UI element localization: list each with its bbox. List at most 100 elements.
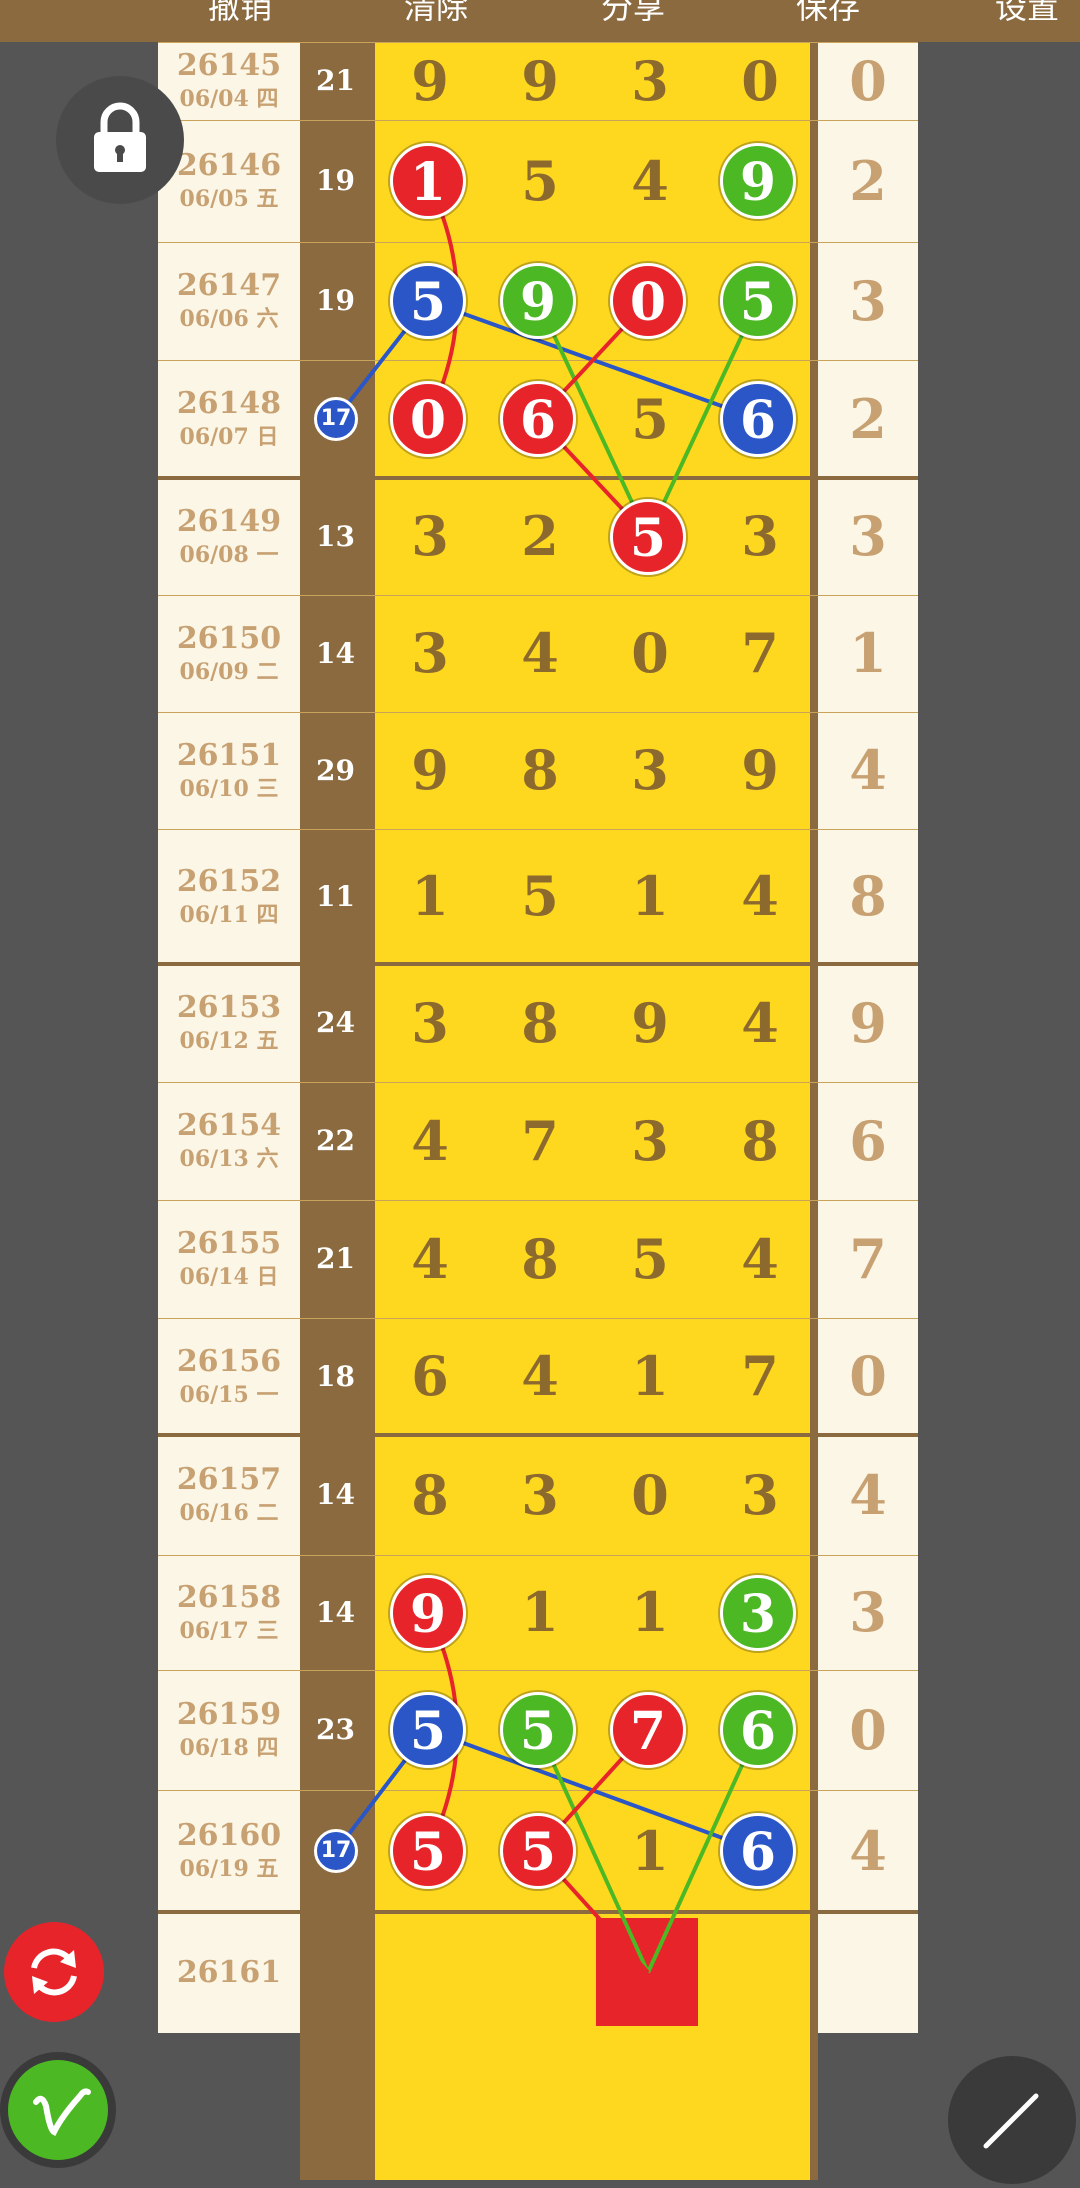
draw-row: 261612 (158, 1912, 918, 2033)
digit-cell: 7 (741, 621, 779, 685)
period-number: 26148 (176, 386, 282, 421)
draw-row: 2614906/08 一1332533 (158, 478, 918, 595)
marked-digit-ball[interactable]: 1 (390, 143, 466, 219)
marked-digit-ball[interactable]: 6 (720, 381, 796, 457)
draw-row: 2614606/05 五1915492 (158, 120, 918, 242)
sum-cell: 21 (316, 1242, 355, 1275)
period-cell: 26154 06/13 六 (158, 1082, 300, 1200)
period-cell: 26147 06/06 六 (158, 242, 300, 360)
period-date: 06/19 五 (179, 1856, 279, 1882)
draw-row: 2615806/17 三1491133 (158, 1555, 918, 1670)
marked-digit-ball[interactable]: 0 (390, 381, 466, 457)
digit-cell: 8 (521, 991, 559, 1055)
last-digit-cell: 3 (818, 242, 918, 360)
marked-digit-ball[interactable]: 5 (720, 263, 796, 339)
row-divider (158, 120, 918, 121)
marked-digit-ball[interactable]: 5 (610, 498, 686, 575)
digit-cell: 4 (521, 621, 559, 685)
draw-row: 26152 06/11 四 11 1 5 1 4 8 (158, 829, 918, 964)
marked-digit-ball[interactable]: 5 (500, 1692, 576, 1768)
row-divider (158, 1082, 918, 1083)
period-date: 06/11 四 (179, 901, 279, 928)
period-cell: 26159 06/18 四 (158, 1670, 300, 1790)
share-button[interactable]: 分享 (601, 0, 665, 28)
digit-cell: 1 (631, 864, 669, 928)
marked-digit-ball[interactable]: 5 (390, 263, 466, 339)
last-digit-cell: 6 (818, 1082, 918, 1200)
refresh-button[interactable] (4, 1922, 104, 2022)
pen-button[interactable] (8, 2060, 108, 2160)
marked-digit-ball[interactable]: 5 (500, 1813, 576, 1889)
lock-button[interactable] (56, 76, 184, 204)
last-digit-cell: 8 (818, 829, 918, 964)
marked-digit-ball[interactable]: 0 (610, 263, 686, 339)
period-cell: 26161 (158, 1912, 300, 2033)
lock-icon (94, 102, 146, 172)
period-number: 26151 (176, 737, 282, 773)
period-cell: 26155 06/14 日 (158, 1200, 300, 1318)
draw-row: 26150 06/09 二 14 3 4 0 7 1 (158, 595, 918, 712)
row-divider (158, 595, 918, 596)
refresh-icon (31, 1948, 77, 1996)
digit-cell: 1 (631, 1580, 669, 1644)
digit-cell: 5 (521, 864, 559, 928)
last-digit-cell (818, 1912, 918, 2033)
sum-cell: 22 (316, 1124, 355, 1157)
last-digit-cell: 4 (818, 1435, 918, 1555)
clear-button[interactable]: 清除 (404, 0, 468, 28)
draw-row: 26154 06/13 六 22 4 7 3 8 6 (158, 1082, 918, 1200)
last-digit-cell: 7 (818, 1200, 918, 1318)
row-divider (158, 360, 918, 361)
digit-cell: 3 (631, 1109, 669, 1173)
period-number: 26156 (176, 1343, 282, 1379)
period-date: 06/16 二 (179, 1500, 279, 1526)
marked-digit-ball[interactable]: 5 (390, 1813, 466, 1889)
digit-cell: 4 (631, 149, 669, 213)
period-date: 06/08 一 (179, 541, 279, 568)
marked-digit-ball[interactable]: 9 (500, 263, 576, 339)
period-number: 26158 (176, 1579, 282, 1615)
marked-digit-ball[interactable]: 9 (720, 143, 796, 219)
period-number: 26159 (176, 1697, 282, 1732)
group-separator (158, 962, 918, 966)
sum-cell: 24 (316, 1006, 355, 1039)
settings-button[interactable]: 设置 (995, 0, 1059, 28)
marked-digit-ball[interactable]: 7 (610, 1692, 686, 1768)
sum-cell: 13 (316, 520, 355, 553)
digit-cell: 5 (631, 387, 669, 451)
row-divider (158, 242, 918, 243)
digit-cell: 4 (411, 1227, 449, 1291)
draw-row: 26156 06/15 一 18 6 4 1 7 0 (158, 1318, 918, 1435)
digit-cell: 3 (411, 504, 449, 568)
undo-button[interactable]: 撤销 (208, 0, 272, 28)
save-button[interactable]: 保存 (796, 0, 860, 28)
digit-cell: 9 (411, 738, 449, 802)
marked-digit-ball[interactable]: 9 (390, 1574, 466, 1651)
draw-row: 26157 06/16 二 14 8 3 0 3 4 (158, 1435, 918, 1555)
sum-cell: 18 (316, 1360, 355, 1393)
sum-cell: 29 (316, 754, 355, 787)
period-number: 26155 (176, 1226, 282, 1261)
last-digit-cell: 0 (818, 1670, 918, 1790)
sum-cell: 11 (316, 880, 355, 913)
marked-digit-ball[interactable]: 6 (720, 1692, 796, 1768)
group-separator (158, 476, 918, 480)
sum-cell: 14 (316, 1478, 355, 1511)
digit-cell: 4 (741, 1227, 779, 1291)
group-separator (158, 1433, 918, 1437)
period-date: 06/14 日 (179, 1264, 279, 1290)
row-divider (158, 1555, 918, 1556)
period-number: 26160 (176, 1818, 282, 1853)
last-digit-cell: 1 (818, 595, 918, 712)
pen-icon (33, 2088, 91, 2137)
marked-digit-ball[interactable]: 5 (390, 1692, 466, 1768)
marked-digit-ball[interactable]: 3 (720, 1574, 796, 1651)
line-tool-button[interactable] (948, 2056, 1076, 2184)
digit-cell: 0 (631, 621, 669, 685)
period-number: 26149 (176, 503, 282, 539)
row-divider (158, 1200, 918, 1201)
marked-digit-ball[interactable]: 6 (720, 1813, 796, 1889)
marked-digit-ball[interactable]: 6 (500, 381, 576, 457)
sum-cell: 19 (316, 284, 355, 317)
period-number: 26153 (176, 990, 282, 1025)
